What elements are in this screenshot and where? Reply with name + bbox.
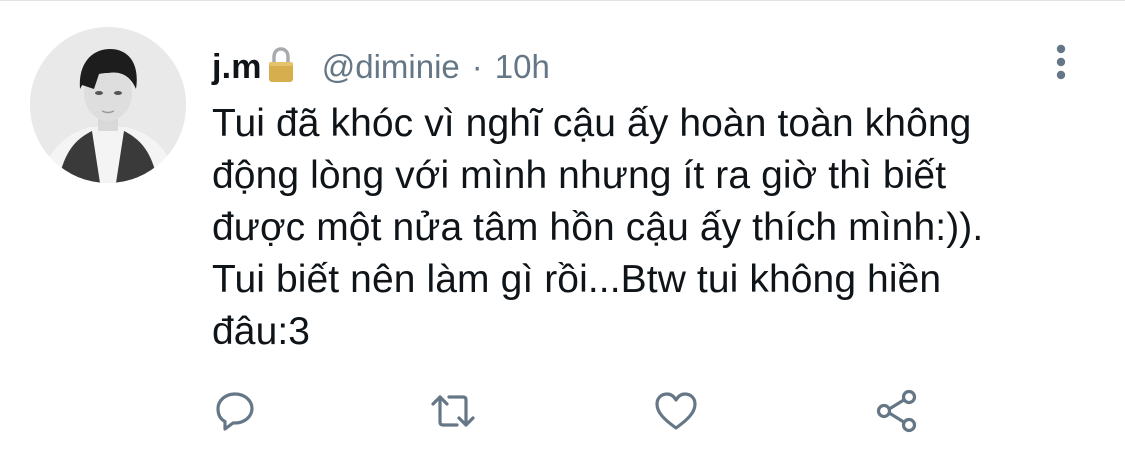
reply-icon xyxy=(216,392,254,431)
action-bar xyxy=(212,388,972,434)
tweet-card[interactable]: j.m @diminie · 10h Tui đã khóc vì nghĩ c… xyxy=(0,0,1125,463)
divider xyxy=(0,0,1125,1)
tweet-text: Tui đã khóc vì nghĩ cậu ấy hoàn toàn khô… xyxy=(212,102,984,353)
share-button[interactable] xyxy=(874,388,920,434)
like-button[interactable] xyxy=(653,388,699,434)
retweet-button[interactable] xyxy=(430,388,476,434)
more-vertical-icon[interactable] xyxy=(1050,43,1072,83)
heart-icon xyxy=(655,392,697,430)
reply-button[interactable] xyxy=(212,388,258,434)
avatar[interactable] xyxy=(30,27,186,183)
user-handle[interactable]: @diminie xyxy=(322,48,460,86)
retweet-icon xyxy=(431,395,475,427)
display-name[interactable]: j.m xyxy=(212,48,262,87)
share-icon xyxy=(876,389,917,433)
lock-icon xyxy=(266,46,296,84)
separator-dot: · xyxy=(471,48,483,85)
timestamp[interactable]: 10h xyxy=(495,48,550,86)
tweet-header: j.m @diminie · 10h xyxy=(212,44,550,90)
